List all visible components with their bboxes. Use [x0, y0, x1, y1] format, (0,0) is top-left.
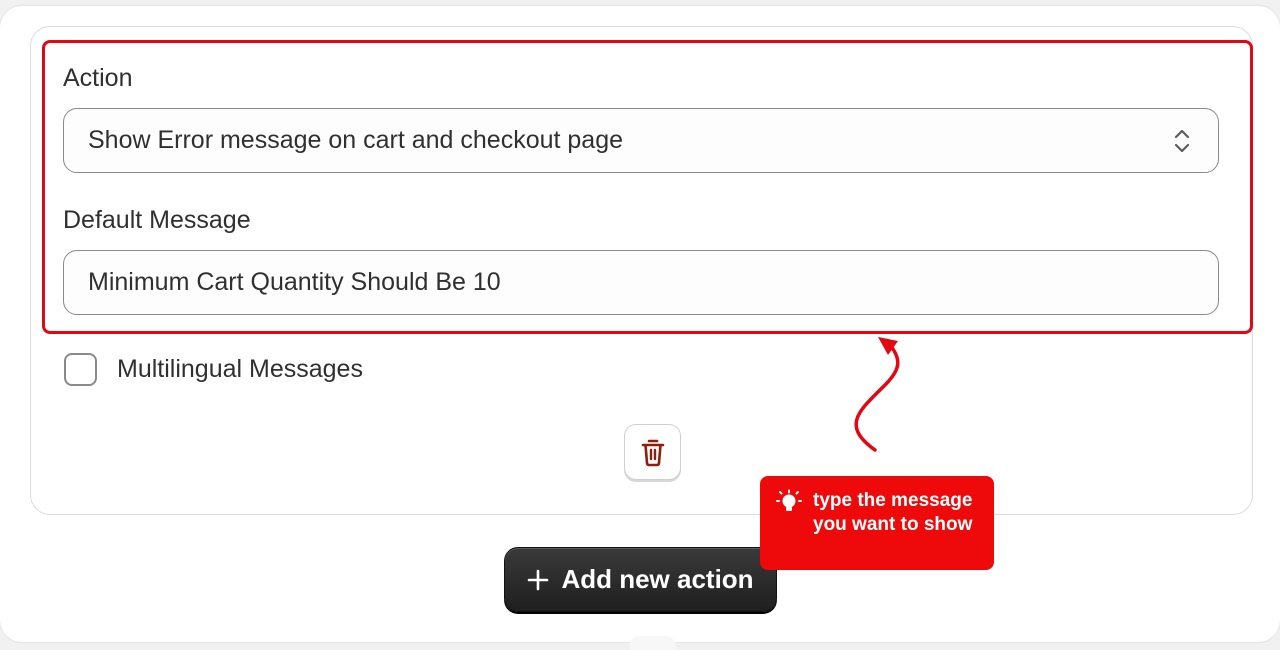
- add-new-action-button[interactable]: Add new action: [504, 547, 777, 612]
- tooltip-text: type the message you want to show: [813, 490, 973, 535]
- lightbulb-icon: [776, 489, 802, 511]
- add-new-action-label: Add new action: [561, 564, 754, 594]
- multilingual-label: Multilingual Messages: [117, 355, 363, 383]
- bottom-tab: [630, 636, 676, 650]
- delete-action-button[interactable]: [624, 424, 681, 480]
- plus-icon: [528, 569, 549, 590]
- arrow-annotation: [854, 337, 900, 452]
- multilingual-checkbox[interactable]: [64, 353, 97, 386]
- hint-tooltip: type the message you want to show: [760, 476, 994, 570]
- highlight-annotation: [42, 40, 1253, 334]
- trash-icon: [641, 439, 664, 467]
